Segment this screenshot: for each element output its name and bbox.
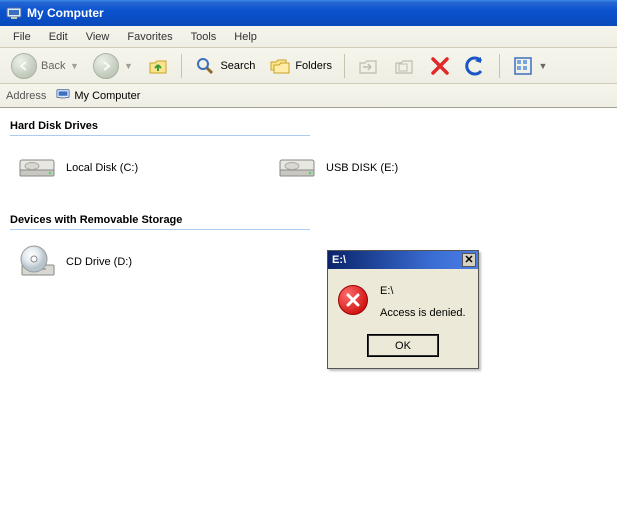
views-icon xyxy=(512,55,534,77)
search-label: Search xyxy=(220,60,255,72)
folders-icon xyxy=(269,55,291,77)
undo-button[interactable] xyxy=(459,51,493,81)
copyto-icon xyxy=(393,55,415,77)
ok-button[interactable]: OK xyxy=(368,335,438,356)
group-hard-disks-items: Local Disk (C:) USB DISK (E:) xyxy=(16,150,609,186)
my-computer-icon xyxy=(56,87,70,104)
copyto-button[interactable] xyxy=(387,51,421,81)
hard-drive-icon xyxy=(16,150,58,186)
hard-drive-icon xyxy=(276,150,318,186)
delete-button[interactable] xyxy=(423,51,457,81)
menu-favorites[interactable]: Favorites xyxy=(118,28,181,46)
back-arrow-icon xyxy=(11,53,37,79)
dialog-line1: E:\ xyxy=(380,285,466,297)
chevron-down-icon: ▼ xyxy=(538,61,548,71)
forward-button[interactable]: ▼ xyxy=(87,49,139,83)
window-title: My Computer xyxy=(27,6,104,20)
menubar: File Edit View Favorites Tools Help xyxy=(0,26,617,48)
dialog-titlebar[interactable]: E:\ ✕ xyxy=(328,251,478,269)
search-button[interactable]: Search xyxy=(188,51,261,81)
menu-edit[interactable]: Edit xyxy=(40,28,77,46)
dialog-title: E:\ xyxy=(332,254,346,266)
separator xyxy=(181,54,182,78)
cd-drive-icon xyxy=(16,244,58,280)
toolbar: Back ▼ ▼ Search xyxy=(0,48,617,84)
chevron-down-icon: ▼ xyxy=(69,61,79,71)
drive-usb-e[interactable]: USB DISK (E:) xyxy=(276,150,476,186)
forward-arrow-icon xyxy=(93,53,119,79)
close-icon: ✕ xyxy=(464,254,473,266)
menu-tools[interactable]: Tools xyxy=(182,28,226,46)
drive-label: USB DISK (E:) xyxy=(326,162,398,174)
chevron-down-icon: ▼ xyxy=(123,61,133,71)
drive-label: CD Drive (D:) xyxy=(66,256,132,268)
dialog-body: E:\ Access is denied. xyxy=(328,269,478,329)
folders-button[interactable]: Folders xyxy=(263,51,338,81)
drive-cd-d[interactable]: CD Drive (D:) xyxy=(16,244,216,280)
folder-up-icon xyxy=(147,55,169,77)
dialog-text: E:\ Access is denied. xyxy=(380,285,466,319)
moveto-button[interactable] xyxy=(351,51,385,81)
up-button[interactable] xyxy=(141,51,175,81)
back-button[interactable]: Back ▼ xyxy=(5,49,85,83)
app-icon xyxy=(6,5,22,21)
group-removable-header: Devices with Removable Storage xyxy=(10,214,310,230)
error-icon xyxy=(338,285,368,315)
menu-view[interactable]: View xyxy=(77,28,119,46)
back-label: Back xyxy=(41,60,65,72)
folders-label: Folders xyxy=(295,60,332,72)
delete-x-icon xyxy=(429,55,451,77)
separator xyxy=(344,54,345,78)
address-bar: Address My Computer xyxy=(0,84,617,108)
address-label: Address xyxy=(6,90,46,102)
address-value: My Computer xyxy=(74,90,140,102)
undo-icon xyxy=(465,55,487,77)
titlebar: My Computer xyxy=(0,0,617,26)
group-removable-items: CD Drive (D:) xyxy=(16,244,609,280)
views-button[interactable]: ▼ xyxy=(506,51,554,81)
group-hard-disks-header: Hard Disk Drives xyxy=(10,120,310,136)
search-icon xyxy=(194,55,216,77)
drive-local-c[interactable]: Local Disk (C:) xyxy=(16,150,216,186)
close-button[interactable]: ✕ xyxy=(462,253,476,267)
menu-help[interactable]: Help xyxy=(225,28,266,46)
content-area: Hard Disk Drives Local Disk (C:) xyxy=(0,108,617,505)
drive-label: Local Disk (C:) xyxy=(66,162,138,174)
error-dialog: E:\ ✕ E:\ Access is denied. OK xyxy=(327,250,479,369)
menu-file[interactable]: File xyxy=(4,28,40,46)
separator xyxy=(499,54,500,78)
moveto-icon xyxy=(357,55,379,77)
address-field[interactable]: My Computer xyxy=(52,87,611,105)
dialog-line2: Access is denied. xyxy=(380,307,466,319)
dialog-buttons: OK xyxy=(328,329,478,368)
